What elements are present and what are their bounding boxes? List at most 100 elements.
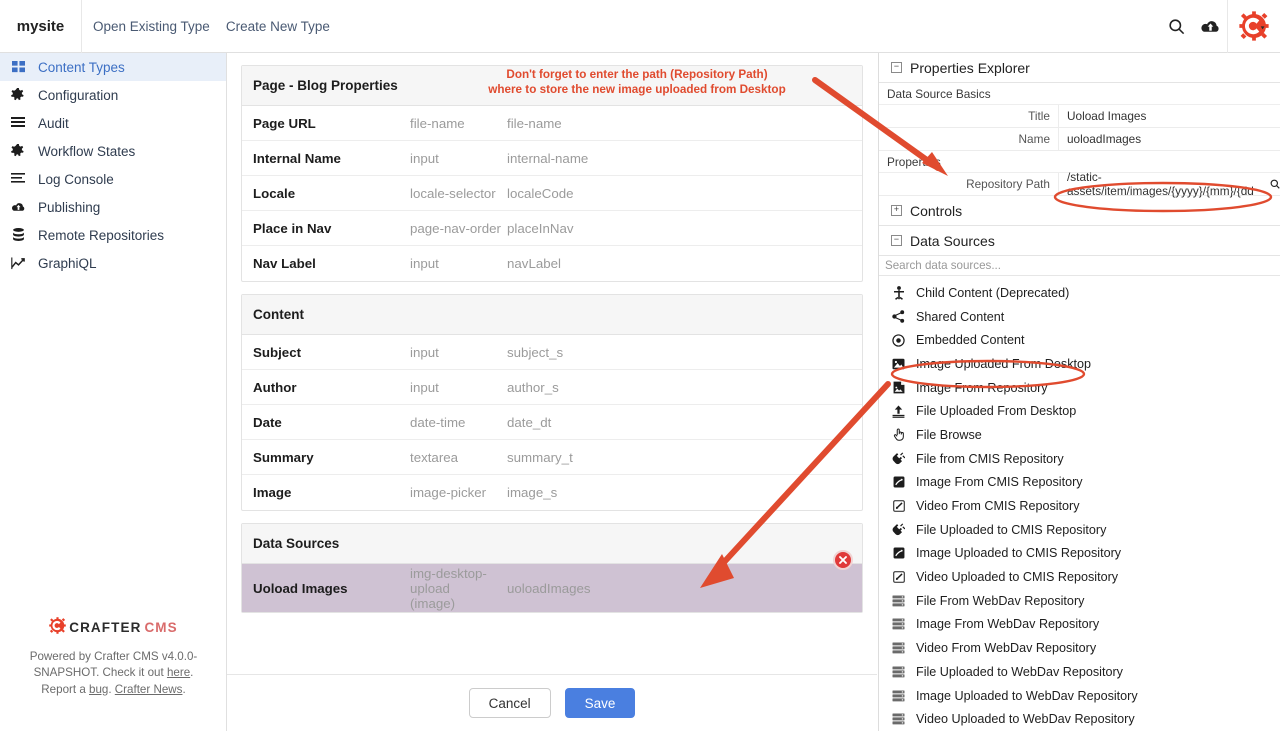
collapse-toggle-icon[interactable]: − bbox=[891, 235, 902, 246]
field-row[interactable]: Place in Nav page-nav-order placeInNav bbox=[242, 211, 862, 246]
search-icon[interactable] bbox=[1159, 0, 1193, 53]
data-source-label: Video From WebDav Repository bbox=[916, 641, 1097, 656]
data-source-item-file-from-webdav-repository[interactable]: File From WebDav Repository bbox=[879, 589, 1280, 613]
data-source-item-video-from-cmis-repository[interactable]: Video From CMIS Repository bbox=[879, 494, 1280, 518]
property-row-repository-path[interactable]: Repository Path /static-assets/item/imag… bbox=[879, 170, 1280, 198]
data-source-item-image-from-repository[interactable]: Image From Repository bbox=[879, 376, 1280, 400]
field-row[interactable]: Locale locale-selector localeCode bbox=[242, 176, 862, 211]
field-row[interactable]: Date date-time date_dt bbox=[242, 405, 862, 440]
plug-icon bbox=[891, 452, 906, 465]
cmis-image-icon bbox=[891, 547, 906, 559]
field-type: file-name bbox=[410, 115, 465, 131]
collapsible-controls[interactable]: + Controls bbox=[879, 196, 1280, 226]
expand-toggle-icon[interactable]: + bbox=[891, 205, 902, 216]
collapsible-title: Data Sources bbox=[910, 232, 995, 249]
annotation-line-1: Don't forget to enter the path (Reposito… bbox=[506, 68, 768, 81]
server-icon bbox=[891, 642, 906, 654]
field-row[interactable]: Author input author_s bbox=[242, 370, 862, 405]
field-label: Summary bbox=[253, 449, 314, 465]
search-icon[interactable] bbox=[1270, 179, 1280, 189]
data-source-item-child-content[interactable]: Child Content (Deprecated) bbox=[879, 281, 1280, 305]
data-source-label: File Browse bbox=[916, 427, 982, 442]
search-data-sources-input[interactable]: Search data sources... bbox=[879, 256, 1280, 276]
section-header: Page - Blog Properties Don't forget to e… bbox=[242, 66, 862, 106]
data-source-item-shared-content[interactable]: Shared Content bbox=[879, 305, 1280, 329]
collapse-toggle-icon[interactable]: − bbox=[891, 62, 902, 73]
property-row-name[interactable]: Name uoloadImages bbox=[879, 128, 1280, 151]
image-icon bbox=[891, 358, 906, 370]
datasource-type: img-desktop-upload (image) bbox=[410, 566, 507, 611]
crafter-cms-footer-logo: CRAFTER CMS bbox=[16, 616, 211, 639]
field-label: Nav Label bbox=[253, 256, 316, 271]
data-source-item-image-uploaded-to-webdav-repository[interactable]: Image Uploaded to WebDav Repository bbox=[879, 684, 1280, 708]
footer-link-here[interactable]: here bbox=[167, 666, 190, 679]
field-type: input bbox=[410, 150, 439, 166]
field-label: Date bbox=[253, 414, 282, 430]
field-variable: placeInNav bbox=[507, 220, 574, 236]
gear-logo-icon bbox=[49, 616, 67, 639]
data-source-item-video-from-webdav-repository[interactable]: Video From WebDav Repository bbox=[879, 636, 1280, 660]
sidebar-item-label: Publishing bbox=[38, 199, 101, 215]
cloud-upload-icon[interactable] bbox=[1193, 0, 1227, 53]
data-source-item-file-browse[interactable]: File Browse bbox=[879, 423, 1280, 447]
data-source-label: File Uploaded From Desktop bbox=[916, 404, 1077, 419]
crafter-gear-logo[interactable] bbox=[1227, 0, 1280, 53]
field-row[interactable]: Nav Label input navLabel bbox=[242, 246, 862, 281]
data-source-item-embedded-content[interactable]: Embedded Content bbox=[879, 328, 1280, 352]
data-source-item-video-uploaded-to-cmis-repository[interactable]: Video Uploaded to CMIS Repository bbox=[879, 565, 1280, 589]
field-type: date-time bbox=[410, 414, 466, 430]
section-content: Content Subject input subject_s Author i… bbox=[241, 294, 863, 511]
form-actions: Cancel Save bbox=[227, 674, 877, 731]
repository-path-field[interactable]: /static-assets/item/images/{yyyy}/{mm}/{… bbox=[1059, 170, 1280, 198]
data-source-item-image-uploaded-from-desktop[interactable]: Image Uploaded From Desktop bbox=[879, 352, 1280, 376]
nav-create-new-type[interactable]: Create New Type bbox=[226, 19, 330, 34]
sidebar-item-graphiql[interactable]: GraphiQL bbox=[0, 249, 226, 277]
nav-open-existing-type[interactable]: Open Existing Type bbox=[93, 19, 210, 34]
data-source-item-image-uploaded-to-cmis-repository[interactable]: Image Uploaded to CMIS Repository bbox=[879, 542, 1280, 566]
property-row-title[interactable]: Title Uoload Images bbox=[879, 105, 1280, 128]
footer-link-bug[interactable]: bug bbox=[89, 683, 108, 696]
sidebar-item-label: Content Types bbox=[38, 59, 125, 75]
data-source-item-video-uploaded-to-webdav-repository[interactable]: Video Uploaded to WebDav Repository bbox=[879, 707, 1280, 731]
sidebar-item-audit[interactable]: Audit bbox=[0, 109, 226, 137]
field-row[interactable]: Subject input subject_s bbox=[242, 335, 862, 370]
sidebar-item-log-console[interactable]: Log Console bbox=[0, 165, 226, 193]
data-source-item-file-uploaded-from-desktop[interactable]: File Uploaded From Desktop bbox=[879, 399, 1280, 423]
datasource-type-line-2: (image) bbox=[410, 595, 456, 611]
data-source-item-file-uploaded-to-cmis-repository[interactable]: File Uploaded to CMIS Repository bbox=[879, 518, 1280, 542]
collapsible-data-sources[interactable]: − Data Sources bbox=[879, 226, 1280, 256]
cancel-button[interactable]: Cancel bbox=[468, 688, 551, 718]
data-source-item-file-uploaded-to-webdav-repository[interactable]: File Uploaded to WebDav Repository bbox=[879, 660, 1280, 684]
data-source-item-file-from-cmis-repository[interactable]: File from CMIS Repository bbox=[879, 447, 1280, 471]
field-row[interactable]: Image image-picker image_s bbox=[242, 475, 862, 510]
sidebar-item-content-types[interactable]: Content Types bbox=[0, 53, 226, 81]
sidebar: Content Types Configuration Audit Workfl… bbox=[0, 53, 227, 731]
sidebar-item-remote-repositories[interactable]: Remote Repositories bbox=[0, 221, 226, 249]
field-type: input bbox=[410, 379, 439, 395]
property-value[interactable]: Uoload Images bbox=[1059, 105, 1280, 127]
delete-circle-icon[interactable] bbox=[833, 550, 853, 570]
property-value[interactable]: uoloadImages bbox=[1059, 128, 1280, 150]
field-row[interactable]: Page URL file-name file-name bbox=[242, 106, 862, 141]
data-source-label: Image From Repository bbox=[916, 380, 1048, 395]
save-button[interactable]: Save bbox=[564, 688, 636, 718]
site-brand[interactable]: mysite bbox=[0, 0, 82, 53]
data-source-label: File From WebDav Repository bbox=[916, 593, 1085, 608]
grid-icon bbox=[9, 60, 27, 74]
gear-icon bbox=[9, 144, 27, 158]
data-source-item-image-from-cmis-repository[interactable]: Image From CMIS Repository bbox=[879, 471, 1280, 495]
datasource-row-selected[interactable]: Uoload Images img-desktop-upload (image)… bbox=[242, 550, 862, 612]
field-row[interactable]: Internal Name input internal-name bbox=[242, 141, 862, 176]
data-source-label: Image From WebDav Repository bbox=[916, 617, 1100, 632]
footer-link-crafter-news[interactable]: Crafter News bbox=[115, 683, 183, 696]
field-row[interactable]: Summary textarea summary_t bbox=[242, 440, 862, 475]
data-source-label: Shared Content bbox=[916, 309, 1005, 324]
sidebar-item-workflow-states[interactable]: Workflow States bbox=[0, 137, 226, 165]
sidebar-item-configuration[interactable]: Configuration bbox=[0, 81, 226, 109]
data-source-label: File from CMIS Repository bbox=[916, 451, 1064, 466]
property-key: Repository Path bbox=[879, 173, 1059, 195]
plug-icon bbox=[891, 523, 906, 536]
data-source-item-image-from-webdav-repository[interactable]: Image From WebDav Repository bbox=[879, 613, 1280, 637]
server-icon bbox=[891, 618, 906, 630]
sidebar-item-publishing[interactable]: Publishing bbox=[0, 193, 226, 221]
